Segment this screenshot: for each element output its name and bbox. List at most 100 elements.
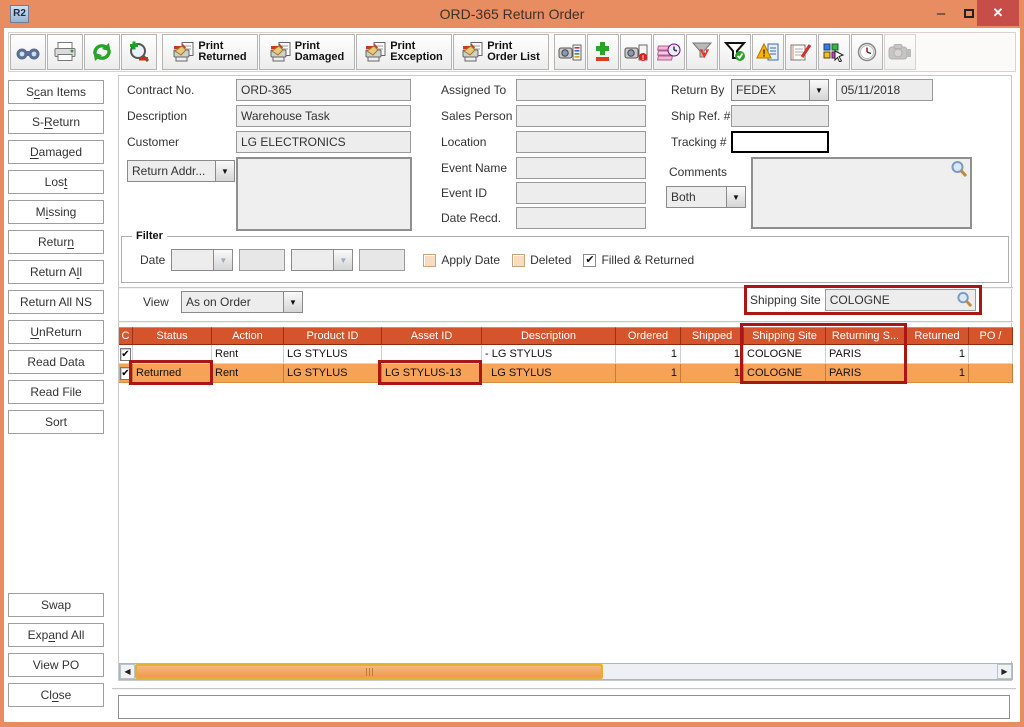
cell-c[interactable]: ✔: [119, 364, 133, 383]
sidebar-button-swap[interactable]: Swap: [8, 593, 104, 617]
cell-description[interactable]: - LG STYLUS: [482, 345, 616, 364]
cell-returning-s-[interactable]: PARIS: [826, 364, 906, 383]
cell-c[interactable]: ✔: [119, 345, 133, 364]
description-field[interactable]: Warehouse Task: [236, 105, 411, 127]
cell-product-id[interactable]: LG STYLUS: [284, 364, 382, 383]
bottom-note-field[interactable]: [118, 695, 1010, 719]
color-grid-cursor-button[interactable]: [818, 34, 850, 70]
column-header-ordered[interactable]: Ordered: [616, 327, 681, 345]
sidebar-button-return-all[interactable]: Return All: [8, 260, 104, 284]
close-button[interactable]: ✕: [977, 0, 1019, 26]
filter-checkbox-deleted[interactable]: Deleted: [512, 253, 571, 267]
print-returned-button[interactable]: Print Returned: [162, 34, 258, 70]
filter-date-op1-dropdown[interactable]: ▼: [171, 249, 234, 271]
column-header-returned[interactable]: Returned: [906, 327, 969, 345]
return-address-textarea[interactable]: [236, 157, 412, 231]
return-date-field[interactable]: 05/11/2018: [836, 79, 933, 101]
sidebar-button-lost[interactable]: Los t: [8, 170, 104, 194]
cell-returned[interactable]: 1: [906, 345, 969, 364]
sidebar-button-missing[interactable]: Mi ssing: [8, 200, 104, 224]
sidebar-button-read-data[interactable]: Read Data: [8, 350, 104, 374]
shipping-site-search-icon[interactable]: [956, 291, 973, 308]
cell-shipped[interactable]: 1: [681, 345, 744, 364]
print-exception-button[interactable]: Print Exception: [356, 34, 452, 70]
scrollbar-thumb[interactable]: [135, 664, 603, 679]
sidebar-button-close[interactable]: Cl o se: [8, 683, 104, 707]
cell-shipping-site[interactable]: COLOGNE: [744, 345, 826, 364]
comments-type-dropdown[interactable]: Both ▼: [666, 186, 746, 208]
sidebar-button-damaged[interactable]: Damaged: [8, 140, 104, 164]
refresh-button[interactable]: [84, 34, 120, 70]
cell-ordered[interactable]: 1: [616, 364, 681, 383]
titlebar[interactable]: R2 ORD-365 Return Order – ✕: [0, 0, 1024, 28]
filter-date-op2-dropdown[interactable]: ▼: [291, 249, 354, 271]
row-checkbox[interactable]: ✔: [120, 348, 131, 361]
scroll-right-arrow[interactable]: ▶: [997, 664, 1012, 679]
printer-button[interactable]: [47, 34, 83, 70]
location-field[interactable]: [516, 131, 646, 153]
equipment-alert-button[interactable]: !: [620, 34, 652, 70]
filter-checkbox-apply-date[interactable]: Apply Date: [423, 253, 500, 267]
cell-action[interactable]: Rent: [212, 364, 284, 383]
horizontal-scrollbar[interactable]: ◀ ▶: [119, 663, 1013, 680]
column-header-product-id[interactable]: Product ID: [284, 327, 382, 345]
table-row-1[interactable]: ✔ Rent LG STYLUS - LG STYLUS 1 1 COLOGNE PARIS 1: [119, 345, 1013, 364]
sidebar-button-return-all-ns[interactable]: Return All NS: [8, 290, 104, 314]
column-header-shipping-site[interactable]: Shipping Site: [744, 327, 826, 345]
column-header-status[interactable]: Status: [133, 327, 212, 345]
date-recd-field[interactable]: [516, 207, 646, 229]
cell-po-[interactable]: [969, 364, 1013, 383]
comments-search-icon[interactable]: [950, 160, 968, 178]
cell-shipped[interactable]: 1: [681, 364, 744, 383]
ship-ref-field[interactable]: [731, 105, 829, 127]
cell-action[interactable]: Rent: [212, 345, 284, 364]
sidebar-button-scan-items[interactable]: Sc an Items: [8, 80, 104, 104]
clock-button[interactable]: [851, 34, 883, 70]
return-by-dropdown[interactable]: FEDEX ▼: [731, 79, 829, 101]
filter-checkbox-filled-returned[interactable]: ✔ Filled & Returned: [583, 253, 694, 267]
assigned-to-field[interactable]: [516, 79, 646, 101]
shipping-site-field[interactable]: COLOGNE: [824, 289, 976, 311]
chevron-down-icon[interactable]: ▼: [809, 80, 828, 100]
customer-field[interactable]: LG ELECTRONICS: [236, 131, 411, 153]
scrollbar-track[interactable]: [135, 664, 997, 679]
cell-po-[interactable]: [969, 345, 1013, 364]
checkbox-icon[interactable]: ✔: [583, 253, 597, 267]
checkbox-icon[interactable]: [512, 253, 526, 267]
sidebar-button-view-po[interactable]: View PO: [8, 653, 104, 677]
sidebar-button-unreturn[interactable]: UnReturn: [8, 320, 104, 344]
zoom-plus-minus-button[interactable]: [121, 34, 157, 70]
chevron-down-icon[interactable]: ▼: [283, 292, 302, 312]
cell-shipping-site[interactable]: COLOGNE: [744, 364, 826, 383]
cell-returning-s-[interactable]: PARIS: [826, 345, 906, 364]
filter-down-button[interactable]: [686, 34, 718, 70]
cell-status[interactable]: [133, 345, 212, 364]
contract-no-field[interactable]: ORD-365: [236, 79, 411, 101]
sidebar-button-return[interactable]: Retur n: [8, 230, 104, 254]
cell-ordered[interactable]: 1: [616, 345, 681, 364]
print-damaged-button[interactable]: Print Damaged: [259, 34, 355, 70]
sidebar-button-s-return[interactable]: S- Return: [8, 110, 104, 134]
add-remove-button[interactable]: [587, 34, 619, 70]
view-dropdown[interactable]: As on Order ▼: [181, 291, 303, 313]
chevron-down-icon[interactable]: ▼: [215, 161, 234, 181]
column-header-description[interactable]: Description: [482, 327, 616, 345]
row-checkbox[interactable]: ✔: [120, 367, 131, 380]
column-header-c[interactable]: C: [119, 327, 133, 345]
column-header-returning-s-[interactable]: Returning S...: [826, 327, 906, 345]
minimize-button[interactable]: –: [928, 0, 954, 26]
return-address-dropdown[interactable]: Return Addr... ▼: [127, 160, 235, 182]
sales-person-field[interactable]: [516, 105, 646, 127]
alert-document-button[interactable]: !: [752, 34, 784, 70]
binoculars-button[interactable]: [10, 34, 46, 70]
filter-date2-field[interactable]: [359, 249, 406, 271]
notepad-edit-button[interactable]: [785, 34, 817, 70]
comments-textarea[interactable]: [751, 157, 972, 229]
cell-asset-id[interactable]: LG STYLUS-13: [382, 364, 482, 383]
column-header-shipped[interactable]: Shipped: [681, 327, 744, 345]
tracking-field[interactable]: [731, 131, 829, 153]
column-header-po-[interactable]: PO /: [969, 327, 1013, 345]
chevron-down-icon[interactable]: ▼: [726, 187, 745, 207]
sidebar-button-read-file[interactable]: Read File: [8, 380, 104, 404]
scroll-left-arrow[interactable]: ◀: [120, 664, 135, 679]
